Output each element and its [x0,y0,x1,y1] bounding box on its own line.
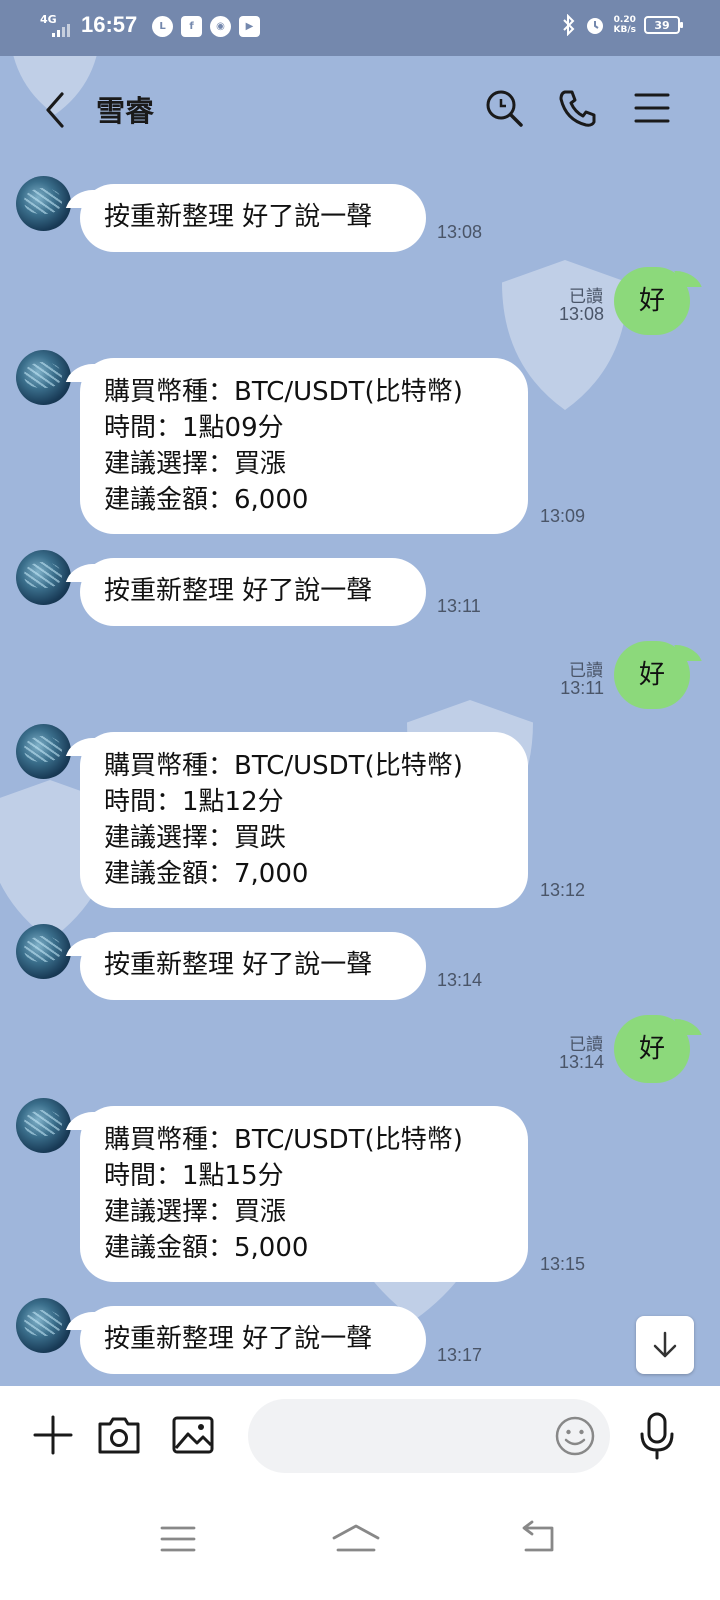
search-icon[interactable] [482,86,526,130]
avatar[interactable] [16,1298,71,1353]
message-bubble[interactable]: 好 [614,267,690,335]
emoji-icon[interactable] [552,1413,598,1459]
back-arrow-icon[interactable] [36,84,76,136]
message-time: 13:11 [560,678,604,698]
scroll-to-bottom-button[interactable] [636,1316,694,1374]
message-input-bar [0,1386,720,1486]
chrome-icon: ◉ [210,16,231,37]
bluetooth-icon [562,14,574,36]
avatar[interactable] [16,176,71,231]
message-bubble[interactable]: 按重新整理 好了說一聲 [80,184,426,252]
message-bubble[interactable]: 購買幣種：BTC/USDT(比特幣) 時間：1點15分 建議選擇：買漲 建議金額… [80,1106,528,1282]
message-bubble[interactable]: 好 [614,1015,690,1083]
alarm-icon [586,18,603,34]
recent-apps-icon[interactable] [148,1514,208,1564]
message-time: 13:12 [540,880,586,900]
notification-icons: L f ◉ ▶ [152,16,260,37]
network-speed: 0.20 KB/s [613,15,636,35]
youtube-icon: ▶ [239,16,260,37]
message-bubble[interactable]: 好 [614,641,690,709]
status-right: 0.20 KB/s 39 [562,14,683,36]
chat-title: 雪睿 [96,94,155,128]
facebook-icon: f [181,16,202,37]
message-time: 13:08 [558,304,604,324]
phone-icon[interactable] [556,86,600,130]
message-time: 13:17 [437,1345,483,1365]
line-icon: L [152,16,173,37]
message-bubble[interactable]: 按重新整理 好了說一聲 [80,558,426,626]
camera-icon[interactable] [94,1410,144,1460]
avatar[interactable] [16,724,71,779]
status-time: 16:57 [81,12,138,37]
message-time: 13:14 [437,970,483,990]
status-bar: 4G 16:57 L f ◉ ▶ 0.20 KB/s 39 [0,0,720,56]
back-nav-icon[interactable] [508,1514,568,1564]
message-bubble[interactable]: 按重新整理 好了說一聲 [80,1306,426,1374]
message-bubble[interactable]: 購買幣種：BTC/USDT(比特幣) 時間：1點09分 建議選擇：買漲 建議金額… [80,358,528,534]
avatar[interactable] [16,350,71,405]
avatar[interactable] [16,1098,71,1153]
message-time: 13:14 [558,1052,604,1072]
message-time: 13:15 [540,1254,586,1274]
message-bubble[interactable]: 按重新整理 好了說一聲 [80,932,426,1000]
home-icon[interactable] [326,1514,386,1564]
battery-icon: 39 [644,16,683,34]
avatar[interactable] [16,550,71,605]
plus-icon[interactable] [28,1410,78,1460]
system-nav-bar [0,1486,720,1600]
image-icon[interactable] [168,1410,218,1460]
signal-icon [52,24,70,37]
menu-icon[interactable] [630,86,674,130]
microphone-icon[interactable] [636,1410,678,1462]
chat-header: 雪睿 [0,56,720,166]
message-time: 13:09 [540,506,586,526]
arrow-down-icon [653,1331,677,1358]
avatar[interactable] [16,924,71,979]
message-time: 13:08 [437,222,483,242]
message-bubble[interactable]: 購買幣種：BTC/USDT(比特幣) 時間：1點12分 建議選擇：買跌 建議金額… [80,732,528,908]
message-time: 13:11 [437,596,481,616]
